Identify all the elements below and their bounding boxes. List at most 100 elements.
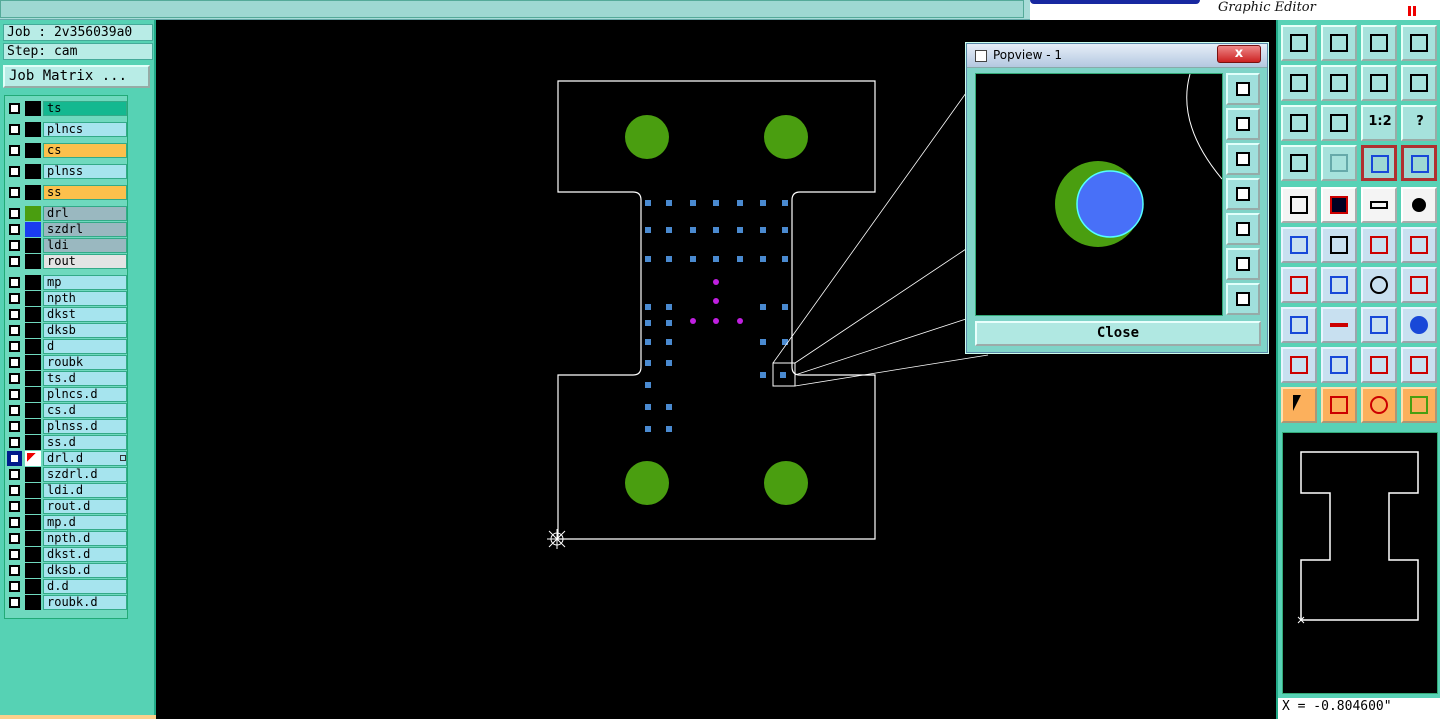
pan-left-button[interactable] <box>1281 65 1317 101</box>
layer-checkbox[interactable] <box>9 357 20 368</box>
layer-row[interactable]: d.d <box>5 579 127 594</box>
scale-button[interactable]: 1:2 <box>1361 105 1397 141</box>
command-field[interactable] <box>0 0 1024 18</box>
layer-row[interactable]: dksb.d <box>5 563 127 578</box>
arch-button[interactable] <box>1361 347 1397 383</box>
pop-pan-right-button[interactable] <box>1226 213 1260 245</box>
layer-row[interactable]: ss.d <box>5 435 127 450</box>
layer-name[interactable]: cs.d <box>43 403 127 418</box>
popview-close-button[interactable]: Close <box>975 321 1261 346</box>
arch-blue-button[interactable] <box>1401 347 1437 383</box>
distance-button[interactable] <box>1361 307 1397 343</box>
add-pad-button[interactable] <box>1281 187 1317 223</box>
pop-zoom-in-button[interactable] <box>1226 248 1260 280</box>
layer-name[interactable]: drl <box>43 206 127 221</box>
line-button[interactable] <box>1321 267 1357 303</box>
angle-button[interactable] <box>1281 267 1317 303</box>
layer-row[interactable]: ts <box>5 101 127 116</box>
pop-zoom-out-button[interactable] <box>1226 283 1260 315</box>
layer-row[interactable]: dkst.d <box>5 547 127 562</box>
layer-row[interactable]: npth.d <box>5 531 127 546</box>
triangle-blue-button[interactable] <box>1321 347 1357 383</box>
layer-row[interactable]: ts.d <box>5 371 127 386</box>
layer-row[interactable]: ldi.d <box>5 483 127 498</box>
layer-row[interactable]: rout <box>5 254 127 269</box>
layer-name[interactable]: ts.d <box>43 371 127 386</box>
layer-checkbox[interactable] <box>9 517 20 528</box>
select-circle-button[interactable] <box>1361 387 1397 423</box>
layer-row[interactable]: dkst <box>5 307 127 322</box>
layer-row[interactable]: drl.d <box>5 451 127 466</box>
layer-checkbox[interactable] <box>9 145 20 156</box>
layer-row[interactable]: szdrl.d <box>5 467 127 482</box>
layer-checkbox[interactable] <box>9 325 20 336</box>
layer-name[interactable]: rout <box>43 254 127 269</box>
popview-window[interactable]: Popview - 1 x Close <box>966 43 1268 353</box>
layer-checkbox[interactable] <box>9 124 20 135</box>
layer-checkbox[interactable] <box>7 451 22 466</box>
layer-row[interactable]: szdrl <box>5 222 127 237</box>
layer-checkbox[interactable] <box>9 533 20 544</box>
mirror-button[interactable] <box>1361 65 1397 101</box>
layer-checkbox[interactable] <box>9 469 20 480</box>
layer-name[interactable]: cs <box>43 143 127 158</box>
group-pads-button[interactable] <box>1401 307 1437 343</box>
layer-row[interactable]: roubk.d <box>5 595 127 610</box>
snap-button[interactable] <box>1361 145 1397 181</box>
layer-name[interactable]: dkst.d <box>43 547 127 562</box>
pan-down-button[interactable] <box>1321 25 1357 61</box>
layer-row[interactable]: plnss <box>5 164 127 179</box>
layer-row[interactable]: dksb <box>5 323 127 338</box>
add-shape-button[interactable] <box>1321 187 1357 223</box>
popview-canvas[interactable] <box>975 73 1223 316</box>
layer-checkbox[interactable] <box>9 256 20 267</box>
point-to-line-button[interactable] <box>1401 227 1437 263</box>
layer-checkbox[interactable] <box>9 293 20 304</box>
layer-row[interactable]: mp.d <box>5 515 127 530</box>
layer-name[interactable]: d <box>43 339 127 354</box>
layer-name[interactable]: plncs <box>43 122 127 137</box>
ruler-button[interactable] <box>1361 187 1397 223</box>
expand-icon[interactable] <box>120 455 126 461</box>
layer-name[interactable]: mp.d <box>43 515 127 530</box>
layer-name[interactable]: dksb <box>43 323 127 338</box>
select-box-button[interactable] <box>1321 387 1357 423</box>
layer-checkbox[interactable] <box>9 277 20 288</box>
pop-zoom-fit-button[interactable] <box>1226 73 1260 105</box>
layer-name[interactable]: d.d <box>43 579 127 594</box>
layer-row[interactable]: npth <box>5 291 127 306</box>
layer-row[interactable]: d <box>5 339 127 354</box>
layer-checkbox[interactable] <box>9 103 20 114</box>
layer-name[interactable]: ts <box>43 101 127 116</box>
layer-name[interactable]: szdrl <box>43 222 127 237</box>
select-path-button[interactable] <box>1401 387 1437 423</box>
layer-name[interactable]: plnss.d <box>43 419 127 434</box>
layer-row[interactable]: roubk <box>5 355 127 370</box>
layer-name[interactable]: dkst <box>43 307 127 322</box>
close-icon[interactable]: x <box>1217 45 1261 63</box>
layer-name[interactable]: roubk.d <box>43 595 127 610</box>
connect-button[interactable] <box>1281 227 1317 263</box>
layer-checkbox[interactable] <box>9 240 20 251</box>
layer-checkbox[interactable] <box>9 208 20 219</box>
layer-checkbox[interactable] <box>9 341 20 352</box>
layer-row[interactable]: drl <box>5 206 127 221</box>
split-view-button[interactable] <box>1401 25 1437 61</box>
layer-name[interactable]: plncs.d <box>43 387 127 402</box>
cross-button[interactable] <box>1321 227 1357 263</box>
pad-to-pad-button[interactable] <box>1281 307 1317 343</box>
pan-right-button[interactable] <box>1321 65 1357 101</box>
pan-up-button[interactable] <box>1281 25 1317 61</box>
circle-pad-button[interactable] <box>1401 187 1437 223</box>
layer-checkbox[interactable] <box>9 405 20 416</box>
layer-row[interactable]: rout.d <box>5 499 127 514</box>
layer-name[interactable]: dksb.d <box>43 563 127 578</box>
layer-name[interactable]: ldi.d <box>43 483 127 498</box>
layer-name[interactable]: ss.d <box>43 435 127 450</box>
layer-checkbox[interactable] <box>9 597 20 608</box>
layer-checkbox[interactable] <box>9 549 20 560</box>
zoom-in-button[interactable] <box>1281 105 1317 141</box>
snap-mode-button[interactable] <box>1401 145 1437 181</box>
layer-name[interactable]: rout.d <box>43 499 127 514</box>
align-button[interactable] <box>1401 267 1437 303</box>
